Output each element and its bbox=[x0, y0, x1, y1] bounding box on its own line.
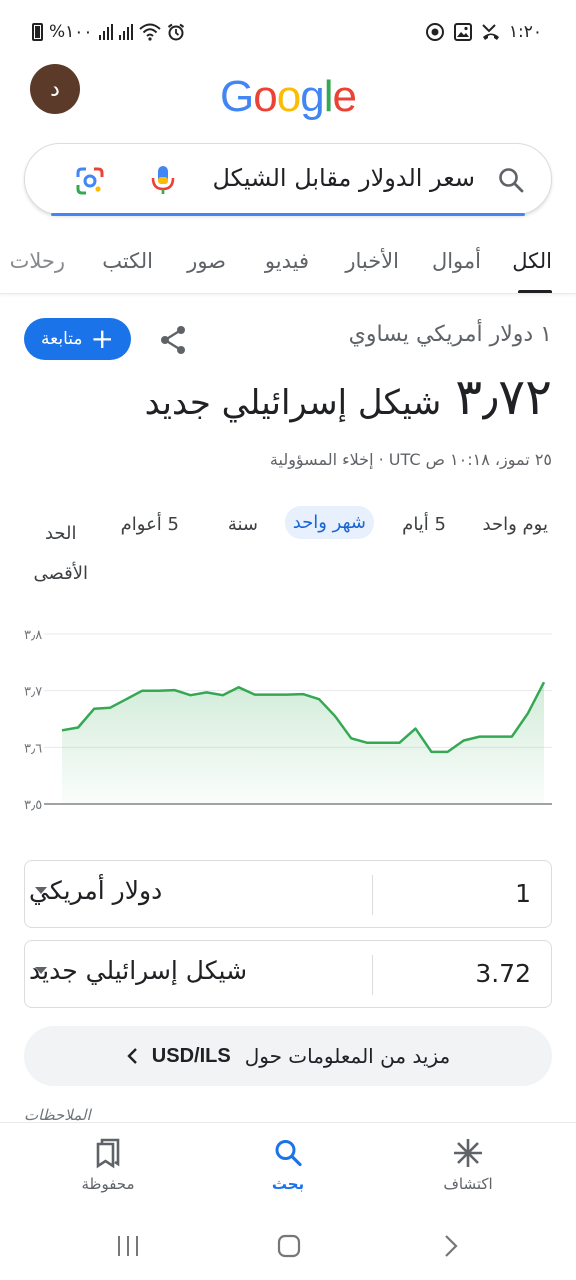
range-1-year[interactable]: سنة bbox=[228, 514, 258, 535]
signal-icon bbox=[98, 24, 113, 40]
more-info-button[interactable]: مزيد من المعلومات حول USD/ILS bbox=[24, 1026, 552, 1086]
dropdown-caret-icon[interactable] bbox=[35, 967, 47, 974]
y-tick-label: ٣٫٧ bbox=[24, 685, 42, 700]
active-tab-indicator bbox=[518, 290, 552, 293]
from-amount-input[interactable]: 1 bbox=[385, 879, 531, 908]
to-amount-input[interactable]: 3.72 bbox=[385, 959, 531, 988]
converter-from-row: 1 دولار أمريكي bbox=[24, 860, 552, 928]
converter-divider bbox=[372, 875, 373, 915]
search-tabs: الكل أموال الأخبار فيديو صور الكتب رحلات bbox=[0, 232, 576, 294]
search-icon bbox=[275, 1140, 302, 1167]
battery-percent: %١٠٠ bbox=[49, 22, 93, 42]
search-bar[interactable]: سعر الدولار مقابل الشيكل bbox=[24, 143, 552, 216]
range-max[interactable]: الحد الأقصى bbox=[34, 514, 88, 594]
rate-unit: شيكل إسرائيلي جديد bbox=[144, 383, 442, 423]
tab-news[interactable]: الأخبار bbox=[345, 249, 399, 273]
tab-images[interactable]: صور bbox=[187, 249, 226, 273]
exchange-rate: ٣٫٧٢ شيكل إسرائيلي جديد bbox=[145, 368, 552, 426]
conversion-intro: ١ دولار أمريكي يساوي bbox=[348, 322, 552, 347]
alarm-icon bbox=[167, 23, 184, 41]
rate-value: ٣٫٧٢ bbox=[455, 368, 552, 426]
rate-timestamp[interactable]: ٢٥ تموز، ١٠:١٨ ص UTC · إخلاء المسؤولية bbox=[270, 450, 552, 469]
nav-search-label: بحث bbox=[271, 1175, 305, 1193]
follow-button[interactable]: + متابعة bbox=[24, 318, 131, 360]
tab-videos[interactable]: فيديو bbox=[265, 249, 309, 273]
plus-icon: + bbox=[90, 322, 114, 355]
dropdown-caret-icon[interactable] bbox=[35, 887, 47, 894]
tab-flights[interactable]: رحلات bbox=[10, 249, 65, 273]
range-1-month[interactable]: شهر واحد bbox=[284, 506, 374, 539]
gallery-icon bbox=[453, 23, 472, 41]
logo-letter: g bbox=[300, 72, 325, 121]
currency-pair: USD/ILS bbox=[151, 1044, 231, 1067]
from-currency-select[interactable]: دولار أمريكي bbox=[29, 876, 162, 905]
more-info-label: مزيد من المعلومات حول bbox=[244, 1044, 451, 1068]
back-icon[interactable] bbox=[443, 1234, 459, 1258]
search-icon[interactable] bbox=[497, 166, 525, 194]
range-1-day[interactable]: يوم واحد bbox=[483, 514, 548, 535]
missed-call-icon bbox=[482, 24, 499, 40]
follow-label: متابعة bbox=[41, 329, 83, 349]
tab-books[interactable]: الكتب bbox=[102, 249, 153, 273]
converter-divider bbox=[372, 955, 373, 995]
tab-all[interactable]: الكل bbox=[512, 249, 552, 273]
to-currency-select[interactable]: شيكل إسرائيلي جديد bbox=[29, 956, 247, 985]
battery-icon bbox=[32, 23, 43, 41]
range-5-years[interactable]: 5 أعوام bbox=[121, 514, 179, 535]
wifi-icon bbox=[138, 23, 161, 41]
share-icon[interactable] bbox=[158, 324, 188, 356]
bookmarks-icon bbox=[96, 1138, 120, 1169]
y-tick-label: ٣٫٥ bbox=[24, 798, 42, 813]
assistant-icon bbox=[425, 23, 444, 41]
status-bar: %١٠٠ ١:٢٠ bbox=[0, 0, 576, 64]
home-icon[interactable] bbox=[277, 1234, 301, 1258]
nav-saved[interactable]: محفوظة bbox=[48, 1137, 168, 1193]
microphone-icon[interactable] bbox=[149, 164, 177, 196]
exchange-rate-chart[interactable]: ٣٫٨ ٣٫٧ ٣٫٦ ٣٫٥ bbox=[0, 610, 576, 830]
nav-discover-label: اكتشاف bbox=[443, 1175, 493, 1193]
search-query[interactable]: سعر الدولار مقابل الشيكل bbox=[213, 164, 476, 192]
chevron-left-icon bbox=[127, 1048, 137, 1064]
nav-discover[interactable]: اكتشاف bbox=[408, 1137, 528, 1193]
discover-asterisk-icon bbox=[454, 1139, 482, 1167]
google-lens-icon[interactable] bbox=[75, 166, 105, 196]
nav-search[interactable]: بحث bbox=[228, 1137, 348, 1193]
logo-letter: G bbox=[220, 72, 254, 121]
logo-letter: o bbox=[253, 72, 278, 121]
bottom-navigation: محفوظة بحث اكتشاف bbox=[0, 1122, 576, 1212]
system-navigation-bar bbox=[0, 1212, 576, 1280]
y-tick-label: ٣٫٦ bbox=[24, 741, 42, 756]
clock-time: ١:٢٠ bbox=[508, 22, 542, 42]
recent-apps-icon[interactable] bbox=[116, 1234, 140, 1258]
logo-letter: e bbox=[332, 72, 357, 121]
status-left: %١٠٠ bbox=[32, 20, 185, 44]
nav-saved-label: محفوظة bbox=[81, 1175, 135, 1193]
tab-finance[interactable]: أموال bbox=[432, 249, 481, 273]
logo-letter: o bbox=[276, 72, 302, 121]
chart-area-fill bbox=[62, 682, 544, 804]
signal-icon-2 bbox=[118, 24, 133, 40]
google-logo: Google bbox=[0, 72, 576, 122]
range-5-days[interactable]: 5 أيام bbox=[402, 514, 446, 535]
status-right: ١:٢٠ bbox=[425, 20, 542, 44]
y-tick-label: ٣٫٨ bbox=[24, 628, 42, 643]
converter-to-row: 3.72 شيكل إسرائيلي جديد bbox=[24, 940, 552, 1008]
